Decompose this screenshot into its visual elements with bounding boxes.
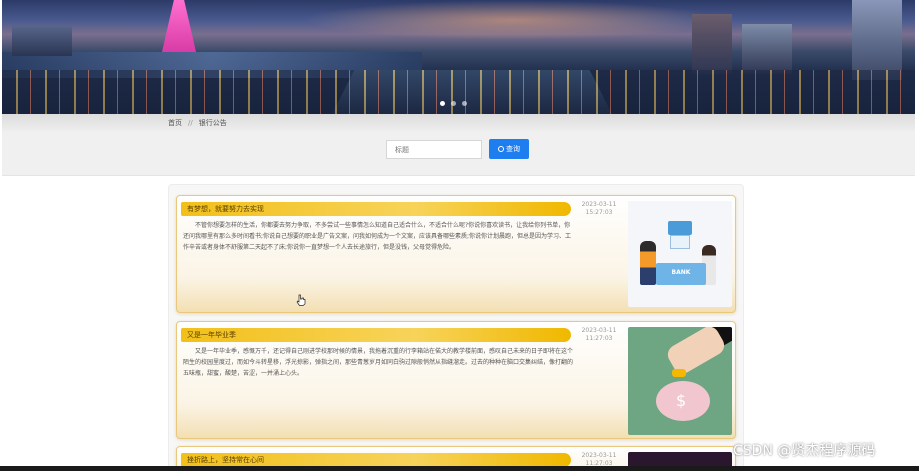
notice-card[interactable]: 又是一年毕业季 2023-03-11 11:27:03 又是一年毕业季，感慨万千… (176, 321, 736, 439)
notice-body: 又是一年毕业季，感慨万千，还记得自己刚进学校那时候的情景，我拖着沉重的行李箱站在… (183, 348, 574, 377)
banner-tower (162, 0, 196, 52)
banner-sky (302, 0, 722, 40)
breadcrumb-separator: // (188, 119, 193, 127)
bank-board-shape (670, 235, 690, 249)
notice-date-day: 2023-03-11 (581, 327, 617, 334)
search-button-label: 查询 (506, 145, 520, 153)
notice-body: 不管你想要怎样的生活，你都要去努力争取，不多尝试一些事情怎么知道自己适合什么，不… (183, 222, 572, 251)
carousel-dot[interactable] (462, 101, 467, 106)
customer-figure (640, 241, 656, 285)
notice-date-time: 11:27:03 (585, 335, 613, 342)
notice-card[interactable]: 有梦想，就要努力去实现 2023-03-11 15:27:03 不管你想要怎样的… (176, 195, 736, 313)
notice-image-piggy-bank[interactable]: $ (628, 327, 732, 435)
notice-image-bank[interactable]: BANK (628, 201, 732, 307)
carousel-dot[interactable] (440, 101, 445, 106)
title-search-input[interactable] (386, 140, 482, 159)
banner-carousel[interactable] (2, 0, 915, 114)
notice-date-day: 2023-03-11 (581, 452, 617, 459)
notice-date: 2023-03-11 11:27:03 (577, 327, 621, 343)
dollar-sign: $ (676, 391, 687, 410)
bank-sign-shape (668, 221, 692, 235)
carousel-dot[interactable] (451, 101, 456, 106)
breadcrumb-current: 银行公告 (198, 119, 227, 127)
screen-bottom-bar (0, 466, 919, 471)
search-area: 查询 (2, 132, 915, 176)
breadcrumb-home[interactable]: 首页 (168, 118, 182, 128)
banner-building (852, 0, 902, 80)
notice-title[interactable]: 有梦想，就要努力去实现 (181, 202, 571, 216)
notice-date-day: 2023-03-11 (581, 201, 617, 208)
carousel-indicators (440, 101, 467, 106)
notice-title[interactable]: 挫折路上，坚持常在心间 (181, 453, 571, 467)
notice-date: 2023-03-11 15:27:03 (577, 201, 621, 217)
bank-label: BANK (671, 269, 691, 276)
watermark: CSDN @贤杰程序源码 (733, 443, 876, 459)
search-icon (498, 146, 504, 152)
hand-cursor-icon (296, 294, 306, 306)
banner-building (692, 14, 732, 74)
coin-icon (672, 369, 686, 377)
banner-city-lights (2, 70, 915, 114)
notice-date-time: 15:27:03 (585, 209, 613, 216)
banner-building (742, 24, 792, 74)
piggy-bank-icon: $ (656, 381, 710, 421)
breadcrumb: 首页 // 银行公告 (2, 114, 915, 132)
search-button[interactable]: 查询 (489, 139, 529, 159)
banner-building (12, 26, 72, 56)
notice-title[interactable]: 又是一年毕业季 (181, 328, 571, 342)
